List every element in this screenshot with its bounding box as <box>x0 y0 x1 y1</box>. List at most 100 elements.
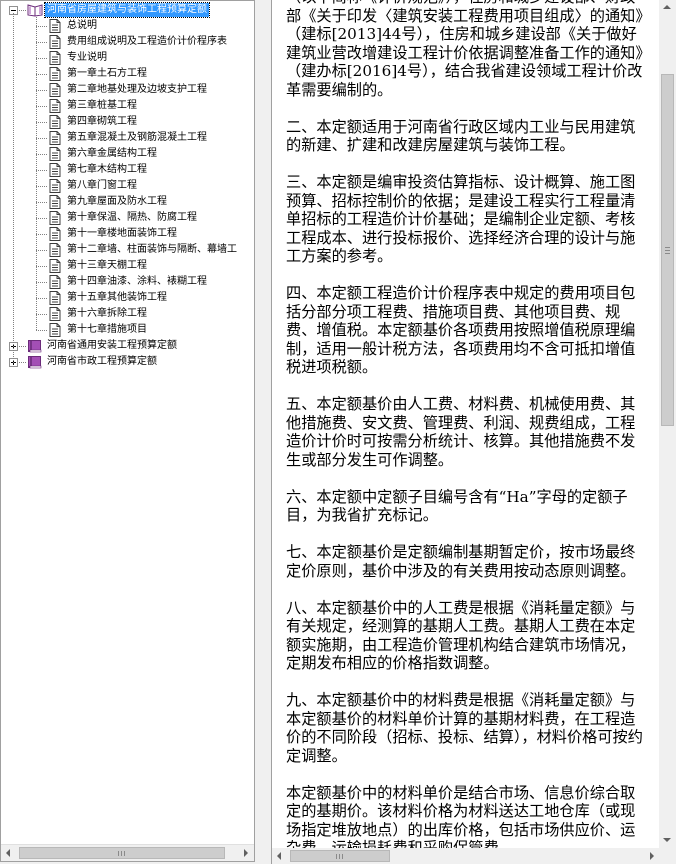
tree-chapter-label[interactable]: 第十二章墙、柱面装饰与隔断、幕墙工 <box>67 242 237 258</box>
tree-connector <box>36 74 47 75</box>
tree-chapter-item[interactable]: 第五章混凝土及钢筋混凝土工程 <box>1 130 254 146</box>
grip-icon <box>121 851 122 856</box>
document-icon <box>49 211 61 225</box>
tree-chapter-label[interactable]: 第七章木结构工程 <box>67 162 147 178</box>
tree-chapter-label[interactable]: 第十三章天棚工程 <box>67 258 147 274</box>
document-text: （以下简称《计价规范》），住房和城乡建设部、财政部《关于印发〈建筑安装工程费用项… <box>286 0 646 864</box>
scroll-right-button[interactable] <box>238 845 254 861</box>
arrow-left-icon <box>277 852 281 860</box>
tree-chapter-item[interactable]: 专业说明 <box>1 50 254 66</box>
tree-horizontal-scrollbar[interactable] <box>1 844 254 861</box>
tree-chapter-label[interactable]: 第八章门窗工程 <box>67 178 137 194</box>
arrow-down-icon <box>663 838 671 842</box>
tree-chapter-label[interactable]: 第十四章油漆、涂料、裱糊工程 <box>67 274 207 290</box>
tree-chapter-item[interactable]: 第二章地基处理及边坡支护工程 <box>1 82 254 98</box>
tree-connector <box>36 42 47 43</box>
document-icon <box>49 243 61 257</box>
tree-chapter-label[interactable]: 第四章砌筑工程 <box>67 114 137 130</box>
tree-chapter-label[interactable]: 第一章土石方工程 <box>67 66 147 82</box>
tree-chapter-item[interactable]: 第十三章天棚工程 <box>1 258 254 274</box>
tree-chapter-label[interactable]: 总说明 <box>67 18 97 34</box>
tree-chapter-item[interactable]: 第九章屋面及防水工程 <box>1 194 254 210</box>
tree-chapter-label[interactable]: 第十六章拆除工程 <box>67 306 147 322</box>
tree-chapter-label[interactable]: 第十一章楼地面装饰工程 <box>67 226 177 242</box>
tree-book-1[interactable]: 河南省通用安装工程预算定额 <box>1 338 254 354</box>
grip-icon <box>124 851 125 856</box>
tree-chapter-item[interactable]: 第十五章其他装饰工程 <box>1 290 254 306</box>
book-icon <box>27 355 43 369</box>
document-vertical-scrollbar[interactable] <box>659 0 676 848</box>
tree-hscroll-thumb[interactable] <box>19 847 225 859</box>
tree-chapter-label[interactable]: 第六章金属结构工程 <box>67 146 157 162</box>
document-icon <box>49 147 61 161</box>
document-horizontal-scrollbar[interactable] <box>272 848 660 864</box>
scroll-left-button[interactable] <box>1 845 17 861</box>
document-icon <box>49 163 61 177</box>
tree-chapter-item[interactable]: 第八章门窗工程 <box>1 178 254 194</box>
tree-chapter-item[interactable]: 第七章木结构工程 <box>1 162 254 178</box>
tree-book-2[interactable]: 河南省市政工程预算定额 <box>1 354 254 370</box>
arrow-left-icon <box>6 849 10 857</box>
document-paragraph: 九、本定额基价中的材料费是根据《消耗量定额》与本定额基价的材料单价计算的基期材料… <box>286 691 643 765</box>
document-hscroll-thumb[interactable] <box>290 850 390 862</box>
document-vscroll-thumb[interactable] <box>661 74 674 426</box>
grip-icon <box>342 854 343 859</box>
tree-chapter-item[interactable]: 总说明 <box>1 18 254 34</box>
tree-chapter-item[interactable]: 费用组成说明及工程造价计价程序表 <box>1 34 254 50</box>
tree-chapter-item[interactable]: 第十七章措施项目 <box>1 322 254 338</box>
tree-connector <box>36 154 47 155</box>
tree-book-label[interactable]: 河南省房屋建筑与装饰工程预算定额 <box>44 2 210 18</box>
tree-book-label[interactable]: 河南省通用安装工程预算定额 <box>47 338 177 354</box>
tree-chapter-item[interactable]: 第六章金属结构工程 <box>1 146 254 162</box>
chapter-tree: 河南省房屋建筑与装饰工程预算定额 总说明 费用组成说明及工程造价计价程序表 专业说明第… <box>1 1 254 846</box>
tree-chapter-item[interactable]: 第十四章油漆、涂料、裱糊工程 <box>1 274 254 290</box>
scroll-right-button[interactable] <box>644 848 660 864</box>
tree-chapter-item[interactable]: 第十二章墙、柱面装饰与隔断、幕墙工 <box>1 242 254 258</box>
scroll-up-button[interactable] <box>659 0 675 16</box>
document-icon <box>49 195 61 209</box>
arrow-up-icon <box>663 5 671 9</box>
tree-connector <box>36 298 47 299</box>
tree-connector <box>36 234 47 235</box>
tree-chapter-label[interactable]: 第十五章其他装饰工程 <box>67 290 167 306</box>
scroll-left-button[interactable] <box>272 848 288 864</box>
tree-connector <box>36 202 47 203</box>
tree-chapter-item[interactable]: 第十六章拆除工程 <box>1 306 254 322</box>
tree-guide-line <box>36 17 37 330</box>
tree-chapter-item[interactable]: 第四章砌筑工程 <box>1 114 254 130</box>
tree-chapter-label[interactable]: 专业说明 <box>67 50 107 66</box>
document-pane: （以下简称《计价规范》），住房和城乡建设部、财政部《关于印发〈建筑安装工程费用项… <box>271 0 676 864</box>
document-paragraph: 八、本定额基价中的人工费是根据《消耗量定额》与有关规定，经测算的基期人工费。基期… <box>286 598 636 673</box>
tree-connector <box>36 282 47 283</box>
document-icon <box>49 99 61 113</box>
document-icon <box>49 291 61 305</box>
tree-connector <box>36 250 47 251</box>
tree-book-0[interactable]: 河南省房屋建筑与装饰工程预算定额 <box>1 2 254 18</box>
tree-chapter-label[interactable]: 费用组成说明及工程造价计价程序表 <box>67 34 227 50</box>
tree-chapter-label[interactable]: 第三章桩基工程 <box>67 98 137 114</box>
document-icon <box>49 67 61 81</box>
grip-icon <box>665 253 670 254</box>
tree-chapter-item[interactable]: 第十章保温、隔热、防腐工程 <box>1 210 254 226</box>
tree-chapter-item[interactable]: 第三章桩基工程 <box>1 98 254 114</box>
tree-chapter-label[interactable]: 第十章保温、隔热、防腐工程 <box>67 210 197 226</box>
tree-pane: 河南省房屋建筑与装饰工程预算定额 总说明 费用组成说明及工程造价计价程序表 专业说明第… <box>0 0 255 862</box>
tree-book-label[interactable]: 河南省市政工程预算定额 <box>47 354 157 370</box>
tree-connector <box>36 90 47 91</box>
tree-chapter-label[interactable]: 第二章地基处理及边坡支护工程 <box>67 82 207 98</box>
scrollbar-corner <box>659 848 676 864</box>
tree-connector <box>36 58 47 59</box>
document-paragraph: 六、本定额中定额子目编号含有“Ha”字母的定额子目，为我省扩充标记。 <box>286 487 628 525</box>
tree-chapter-label[interactable]: 第五章混凝土及钢筋混凝土工程 <box>67 130 207 146</box>
tree-connector <box>36 106 47 107</box>
document-paragraph: （以下简称《计价规范》），住房和城乡建设部、财政部《关于印发〈建筑安装工程费用项… <box>286 0 643 99</box>
scroll-down-button[interactable] <box>659 832 675 848</box>
tree-chapter-label[interactable]: 第九章屋面及防水工程 <box>67 194 167 210</box>
tree-chapter-item[interactable]: 第一章土石方工程 <box>1 66 254 82</box>
tree-chapter-item[interactable]: 第十一章楼地面装饰工程 <box>1 226 254 242</box>
tree-chapter-label[interactable]: 第十七章措施项目 <box>67 322 147 338</box>
document-icon <box>49 227 61 241</box>
tree-connector <box>36 266 47 267</box>
pane-splitter[interactable] <box>255 0 271 864</box>
grip-icon <box>665 250 670 251</box>
